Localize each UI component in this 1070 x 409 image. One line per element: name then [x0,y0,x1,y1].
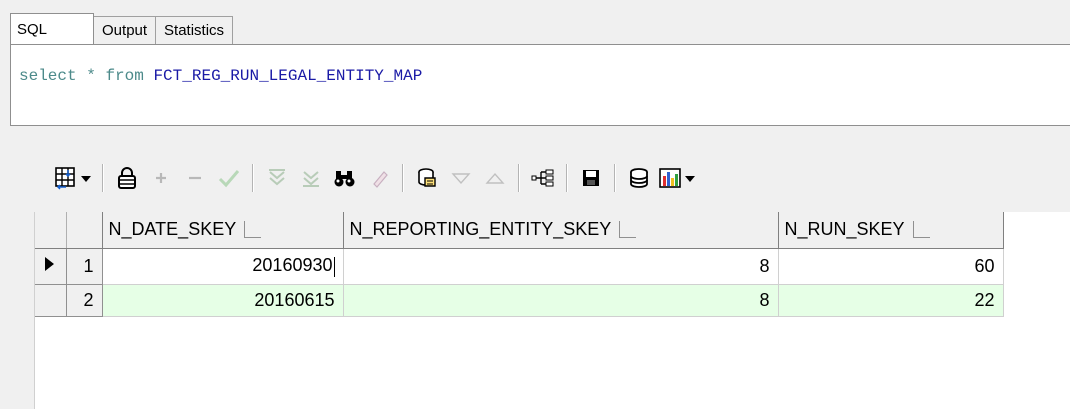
insert-record-button[interactable] [144,161,178,195]
column-header-n-date-skey[interactable]: N_DATE_SKEY [102,212,344,249]
column-header-n-reporting-entity-skey[interactable]: N_REPORTING_ENTITY_SKEY [343,212,779,249]
row-number-header [66,212,103,249]
chart-button[interactable] [656,161,700,195]
row-indicator [35,284,67,317]
clear-button[interactable] [362,161,396,195]
sql-keyword-select: select [19,67,77,85]
export-icon [630,168,648,188]
column-header-label: N_DATE_SKEY [108,219,237,240]
table-row[interactable]: 2 20160615 8 22 [35,284,1004,317]
lock-button[interactable] [110,161,144,195]
tab-sql[interactable]: SQL [10,13,95,44]
sql-star: * [86,67,96,85]
result-table: N_DATE_SKEY N_REPORTING_ENTITY_SKEY N_RU… [35,212,1004,317]
post-edit-icon [218,170,240,188]
clear-filter-button[interactable] [294,161,328,195]
cell-n-reporting-entity-skey[interactable]: 8 [343,284,779,317]
export-button[interactable] [622,161,656,195]
insert-record-icon [156,173,166,183]
column-sort-icon[interactable] [912,221,930,239]
toolbar-separator [566,164,568,192]
previous-button[interactable] [478,161,512,195]
cell-n-date-skey[interactable]: 20160930 [102,248,344,285]
toolbar-separator [252,164,254,192]
toolbar-separator [518,164,520,192]
query-by-example-icon [418,168,436,187]
previous-icon [485,172,505,184]
grid-layout-icon [55,167,91,190]
explain-plan-button[interactable] [526,161,560,195]
current-row-indicator [35,248,67,285]
table-row[interactable]: 1 20160930 8 60 [35,248,1004,285]
tab-statistics[interactable]: Statistics [156,16,234,44]
toolbar-separator [102,164,104,192]
save-icon [583,170,599,186]
row-number: 2 [66,284,103,317]
save-button[interactable] [574,161,608,195]
tab-output[interactable]: Output [94,16,157,44]
delete-record-icon [189,176,201,180]
current-row-arrow-icon [45,256,54,271]
chart-icon [659,168,695,188]
next-icon [451,173,471,185]
result-grid[interactable]: N_DATE_SKEY N_REPORTING_ENTITY_SKEY N_RU… [34,212,1070,409]
sql-editor[interactable]: select * from FCT_REG_RUN_LEGAL_ENTITY_M… [10,44,1070,126]
text-cursor [333,256,335,277]
cell-n-run-skey[interactable]: 22 [778,284,1004,317]
grid-layout-button[interactable] [52,161,96,195]
column-sort-icon[interactable] [619,221,637,239]
next-button[interactable] [444,161,478,195]
post-edit-button[interactable] [212,161,246,195]
column-sort-icon[interactable] [244,221,262,239]
column-header-n-run-skey[interactable]: N_RUN_SKEY [778,212,1004,249]
dropdown-arrow-icon [81,176,91,182]
column-header-label: N_REPORTING_ENTITY_SKEY [349,219,612,240]
find-icon [334,171,355,187]
sql-keyword-from: from [105,67,144,85]
delete-record-button[interactable] [178,161,212,195]
cell-n-reporting-entity-skey[interactable]: 8 [343,248,779,285]
toolbar-separator [402,164,404,192]
explain-plan-icon [531,169,554,187]
sql-statement: select * from FCT_REG_RUN_LEGAL_ENTITY_M… [19,67,422,85]
cell-n-date-skey[interactable]: 20160615 [102,284,344,317]
grid-toolbar [52,160,700,196]
filter-icon [269,169,285,186]
indicator-header [35,212,67,249]
cell-value: 20160930 [252,255,333,276]
column-header-label: N_RUN_SKEY [784,219,905,240]
toolbar-separator [614,164,616,192]
lock-icon [118,167,136,189]
query-by-example-button[interactable] [410,161,444,195]
clear-icon [373,171,388,188]
tab-bar: SQL Output Statistics [10,13,234,44]
cell-n-run-skey[interactable]: 60 [778,248,1004,285]
sql-table-name: FCT_REG_RUN_LEGAL_ENTITY_MAP [153,67,423,85]
row-number: 1 [66,248,103,285]
clear-filter-icon [303,171,319,187]
filter-button[interactable] [260,161,294,195]
chart-dropdown-icon [685,176,695,182]
find-button[interactable] [328,161,362,195]
grid-header-row: N_DATE_SKEY N_REPORTING_ENTITY_SKEY N_RU… [35,212,1004,249]
